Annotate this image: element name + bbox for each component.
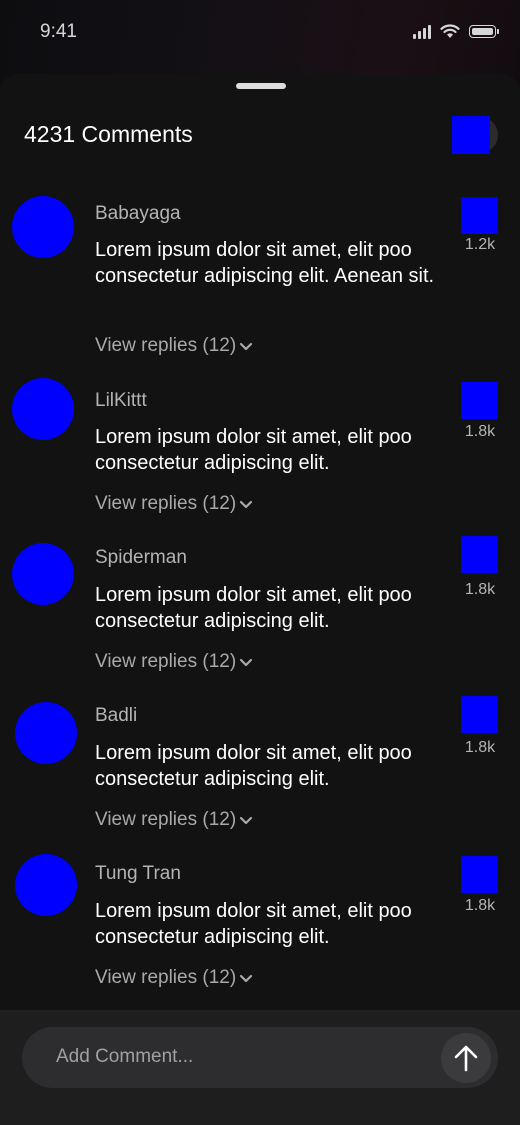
comment-text: Lorem ipsum dolor sit amet, elit poo con… [95, 900, 412, 948]
view-replies-button[interactable]: View replies (12) [95, 809, 254, 831]
arrow-up-icon [454, 1045, 478, 1072]
view-replies-button[interactable]: View replies (12) [95, 651, 254, 673]
chevron-down-icon [240, 974, 253, 983]
drag-handle[interactable] [236, 83, 286, 89]
view-replies-label: View replies (12) [95, 651, 237, 672]
chevron-down-icon [240, 342, 253, 351]
like-count: 1.8k [464, 423, 496, 440]
like-icon[interactable] [461, 197, 498, 234]
chevron-down-icon [240, 816, 253, 825]
avatar[interactable] [15, 854, 77, 916]
battery-icon [469, 25, 499, 38]
like-count: 1.8k [464, 739, 496, 756]
comment-username[interactable]: Spiderman [95, 547, 187, 569]
chevron-down-icon [240, 500, 253, 509]
status-icons [413, 24, 499, 39]
signal-icon [413, 24, 431, 39]
add-comment-placeholder: Add Comment... [56, 1046, 194, 1067]
avatar[interactable] [12, 378, 74, 440]
close-button[interactable] [452, 116, 498, 154]
comment-text: Lorem ipsum dolor sit amet, elit poo con… [95, 584, 412, 632]
like-icon[interactable] [461, 382, 498, 419]
comment-username[interactable]: Babayaga [95, 203, 181, 225]
chevron-down-icon [240, 658, 253, 667]
comment-composer: Add Comment... [0, 1010, 520, 1125]
comment-username[interactable]: Badli [95, 705, 137, 727]
like-icon[interactable] [461, 536, 498, 573]
comment-text: Lorem ipsum dolor sit amet, elit poo con… [95, 426, 412, 474]
comments-count-title: 4231 Comments [24, 121, 193, 147]
comment-username[interactable]: LilKittt [95, 390, 147, 412]
view-replies-label: View replies (12) [95, 493, 237, 514]
add-comment-input[interactable]: Add Comment... [22, 1027, 498, 1088]
like-icon[interactable] [461, 856, 498, 893]
avatar[interactable] [15, 702, 77, 764]
status-time: 9:41 [40, 21, 77, 42]
like-count: 1.8k [464, 581, 496, 598]
view-replies-button[interactable]: View replies (12) [95, 493, 254, 515]
avatar[interactable] [12, 196, 74, 258]
close-icon[interactable] [452, 116, 490, 154]
send-button[interactable] [441, 1033, 491, 1083]
view-replies-button[interactable]: View replies (12) [95, 967, 254, 989]
like-count: 1.2k [464, 236, 496, 253]
view-replies-label: View replies (12) [95, 967, 237, 988]
avatar[interactable] [12, 543, 74, 605]
status-bar: 9:41 [0, 0, 520, 64]
wifi-icon [440, 24, 460, 38]
view-replies-label: View replies (12) [95, 809, 237, 830]
like-count: 1.8k [464, 897, 496, 914]
view-replies-label: View replies (12) [95, 335, 237, 356]
comment-text: Lorem ipsum dolor sit amet, elit poo con… [95, 239, 435, 287]
view-replies-button[interactable]: View replies (12) [95, 335, 254, 357]
like-icon[interactable] [461, 696, 498, 733]
comment-username[interactable]: Tung Tran [95, 863, 181, 885]
comment-text: Lorem ipsum dolor sit amet, elit poo con… [95, 742, 412, 790]
